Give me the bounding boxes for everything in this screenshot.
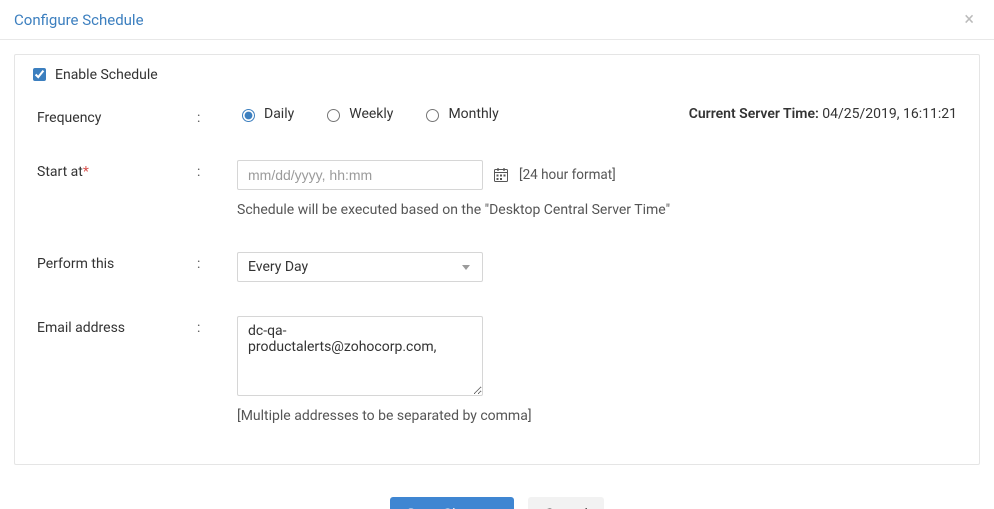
cancel-button[interactable]: Cancel — [528, 497, 604, 509]
colon: : — [197, 106, 237, 126]
perform-this-row: Perform this : Every Day — [37, 252, 957, 282]
server-time: Current Server Time: 04/25/2019, 16:11:2… — [689, 106, 957, 122]
frequency-row: Frequency : Daily Weekly — [37, 106, 957, 126]
server-time-value: 04/25/2019, 16:11:21 — [822, 106, 957, 122]
colon: : — [197, 160, 237, 180]
start-at-label-cell: Start at* — [37, 160, 197, 180]
perform-this-select[interactable]: Every Day — [237, 252, 483, 282]
frequency-weekly-radio[interactable] — [327, 109, 340, 122]
dialog-body: Enable Schedule Frequency : Daily — [0, 40, 994, 479]
required-mark: * — [83, 164, 89, 180]
start-at-note: Schedule will be executed based on the "… — [237, 202, 957, 218]
close-icon[interactable]: × — [958, 9, 980, 31]
dialog-title: Configure Schedule — [14, 11, 144, 29]
colon: : — [197, 316, 237, 336]
enable-schedule-label[interactable]: Enable Schedule — [55, 67, 158, 83]
server-time-label: Current Server Time: — [689, 106, 823, 122]
start-at-row: Start at* : — [37, 160, 957, 218]
email-hint: [Multiple addresses to be separated by c… — [237, 408, 957, 424]
frequency-weekly[interactable]: Weekly — [322, 106, 393, 122]
frequency-monthly[interactable]: Monthly — [421, 106, 498, 122]
start-at-input[interactable] — [237, 160, 483, 190]
frequency-monthly-radio[interactable] — [426, 109, 439, 122]
perform-this-value: Every Day — [248, 259, 308, 275]
frequency-weekly-label: Weekly — [349, 106, 393, 122]
chevron-down-icon — [462, 265, 470, 270]
start-at-format-hint: [24 hour format] — [519, 167, 616, 183]
enable-schedule-row: Enable Schedule — [15, 55, 979, 86]
calendar-icon[interactable] — [493, 167, 509, 183]
perform-this-label: Perform this — [37, 252, 197, 272]
frequency-daily-label: Daily — [264, 106, 294, 122]
frequency-daily-radio[interactable] — [242, 109, 255, 122]
frequency-label: Frequency — [37, 106, 197, 126]
enable-schedule-checkbox[interactable] — [33, 68, 46, 81]
email-textarea[interactable] — [237, 316, 483, 396]
schedule-panel: Enable Schedule Frequency : Daily — [14, 54, 980, 465]
save-button[interactable]: Save Changes — [390, 497, 514, 509]
configure-schedule-dialog: Configure Schedule × Enable Schedule Fre… — [0, 0, 994, 509]
frequency-daily[interactable]: Daily — [237, 106, 294, 122]
start-at-label: Start at — [37, 164, 83, 180]
email-label: Email address — [37, 316, 197, 336]
panel-content: Frequency : Daily Weekly — [15, 86, 979, 464]
email-row: Email address : [Multiple addresses to b… — [37, 316, 957, 424]
dialog-header: Configure Schedule × — [0, 0, 994, 40]
frequency-monthly-label: Monthly — [448, 106, 498, 122]
colon: : — [197, 252, 237, 272]
frequency-radio-group: Daily Weekly Monthly — [237, 106, 499, 122]
dialog-footer: Save Changes Cancel — [0, 479, 994, 509]
